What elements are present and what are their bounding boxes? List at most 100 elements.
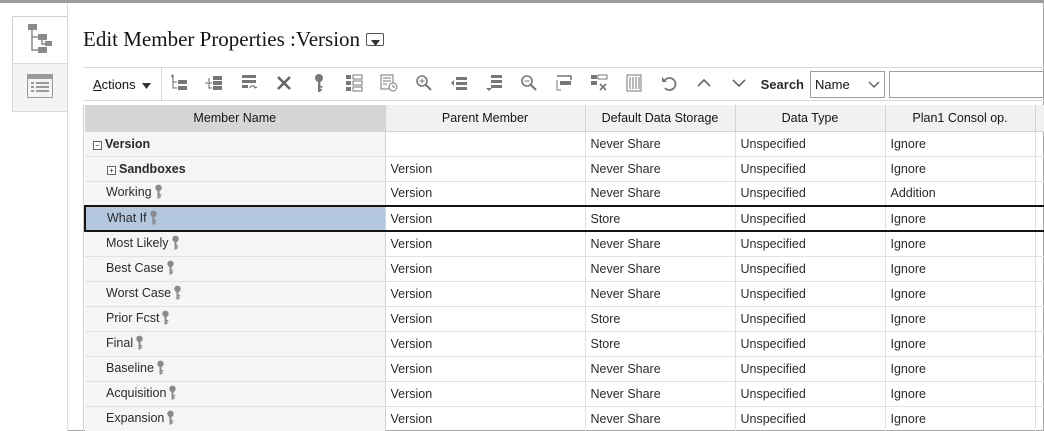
parent-member-cell[interactable]: Version xyxy=(385,406,586,431)
parent-member-cell[interactable]: Version xyxy=(385,356,586,382)
member-name-cell[interactable]: Working xyxy=(85,181,386,207)
zoom-in-button[interactable] xyxy=(407,69,442,99)
move-down-button[interactable] xyxy=(477,69,512,99)
data-storage-cell[interactable]: Never Share xyxy=(585,131,736,157)
member-name-cell[interactable]: + Sandboxes xyxy=(85,156,386,182)
consol-op-cell[interactable]: Ignore xyxy=(885,406,1036,431)
data-storage-cell[interactable]: Store xyxy=(585,205,736,232)
member-name-cell[interactable]: Baseline xyxy=(85,356,386,382)
data-storage-cell[interactable]: Never Share xyxy=(585,281,736,307)
data-storage-cell[interactable]: Never Share xyxy=(585,156,736,182)
data-storage-cell[interactable]: Never Share xyxy=(585,256,736,282)
data-type-cell[interactable]: Unspecified xyxy=(735,306,886,332)
consol-op-cell[interactable]: Ignore xyxy=(885,156,1036,182)
member-name-cell[interactable]: − Version xyxy=(85,131,386,157)
consol-op-cell[interactable]: Ignore xyxy=(885,231,1036,257)
table-row[interactable]: Acquisition Version Never Share Unspecified… xyxy=(85,381,1044,407)
consol-op-cell[interactable]: Ignore xyxy=(885,281,1036,307)
member-name-cell[interactable]: Most Likely xyxy=(85,231,386,257)
tree-view-button[interactable] xyxy=(337,69,372,99)
column-header[interactable]: Data Type xyxy=(735,105,886,132)
data-type-cell[interactable]: Unspecified xyxy=(735,331,886,357)
search-input[interactable] xyxy=(889,70,1044,98)
column-header[interactable]: Member Name xyxy=(85,105,386,132)
data-storage-cell[interactable]: Store xyxy=(585,306,736,332)
member-name-cell[interactable]: Prior Fcst xyxy=(85,306,386,332)
data-type-cell[interactable]: Unspecified xyxy=(735,356,886,382)
data-type-cell[interactable]: Unspecified xyxy=(735,231,886,257)
member-name-cell[interactable]: What If xyxy=(84,205,386,232)
consol-op-cell[interactable]: Ignore xyxy=(885,306,1036,332)
data-type-cell[interactable]: Unspecified xyxy=(735,381,886,407)
data-type-cell[interactable]: Unspecified xyxy=(735,156,886,182)
table-row[interactable]: Final Version Store Unspecified Ignore xyxy=(85,331,1044,357)
parent-member-cell[interactable]: Version xyxy=(385,205,586,232)
column-header[interactable]: Plan1 Consol op. xyxy=(885,105,1036,132)
move-down-arrow-button[interactable] xyxy=(722,69,757,99)
table-row[interactable]: + Sandboxes Version Never Share Unspecified I… xyxy=(85,156,1044,182)
consol-op-cell[interactable]: Ignore xyxy=(885,205,1036,232)
consol-op-cell[interactable]: Ignore xyxy=(885,356,1036,382)
move-up-button[interactable] xyxy=(442,69,477,99)
data-type-cell[interactable]: Unspecified xyxy=(735,181,886,207)
member-name-cell[interactable]: Acquisition xyxy=(85,381,386,407)
rail-tab-hierarchy[interactable] xyxy=(12,16,67,65)
data-storage-cell[interactable]: Never Share xyxy=(585,356,736,382)
expand-icon[interactable]: + xyxy=(107,165,116,175)
search-field-select[interactable]: Name xyxy=(810,70,885,98)
parent-member-cell[interactable] xyxy=(385,131,586,157)
add-shared-button[interactable] xyxy=(232,69,267,99)
grid-button[interactable] xyxy=(617,69,652,99)
column-header[interactable]: Parent Member xyxy=(385,105,586,132)
table-row[interactable]: Most Likely Version Never Share Unspecified… xyxy=(85,231,1044,257)
parent-member-cell[interactable]: Version xyxy=(385,306,586,332)
table-row[interactable]: Best Case Version Never Share Unspecified Ig… xyxy=(85,256,1044,282)
data-type-cell[interactable]: Unspecified xyxy=(735,256,886,282)
add-child-button[interactable] xyxy=(162,69,197,99)
table-row[interactable]: Baseline Version Never Share Unspecified Ign… xyxy=(85,356,1044,382)
parent-member-cell[interactable]: Version xyxy=(385,231,586,257)
table-row[interactable]: Working Version Never Share Unspecified Addi… xyxy=(85,181,1044,207)
consol-op-cell[interactable]: Ignore xyxy=(885,256,1036,282)
table-row[interactable]: What If Version Store Unspecified Ignore xyxy=(84,205,1044,232)
delete-button[interactable] xyxy=(267,69,302,99)
actions-menu[interactable]: Actions xyxy=(83,68,162,100)
consol-op-cell[interactable]: Ignore xyxy=(885,131,1036,157)
collapse-button[interactable] xyxy=(547,69,582,99)
add-sibling-button[interactable] xyxy=(197,69,232,99)
table-row[interactable]: Expansion Version Never Share Unspecified Ig… xyxy=(85,406,1044,431)
member-name-cell[interactable]: Final xyxy=(85,331,386,357)
column-header[interactable]: Default Data Storage xyxy=(585,105,736,132)
member-name-cell[interactable]: Expansion xyxy=(85,406,386,431)
title-dropdown-button[interactable] xyxy=(366,33,385,46)
member-name-cell[interactable]: Best Case xyxy=(85,256,386,282)
refresh-list-button[interactable] xyxy=(372,69,407,99)
consol-op-cell[interactable]: Ignore xyxy=(885,331,1036,357)
data-storage-cell[interactable]: Store xyxy=(585,331,736,357)
remove-button[interactable] xyxy=(582,69,617,99)
collapse-icon[interactable]: − xyxy=(93,140,102,150)
data-type-cell[interactable]: Unspecified xyxy=(735,406,886,431)
data-storage-cell[interactable]: Never Share xyxy=(585,381,736,407)
table-row[interactable]: Prior Fcst Version Store Unspecified Ignore xyxy=(85,306,1044,332)
consol-op-cell[interactable]: Ignore xyxy=(885,381,1036,407)
table-row[interactable]: Worst Case Version Never Share Unspecified I… xyxy=(85,281,1044,307)
data-storage-cell[interactable]: Never Share xyxy=(585,406,736,431)
parent-member-cell[interactable]: Version xyxy=(385,331,586,357)
key-button[interactable] xyxy=(302,69,337,99)
data-type-cell[interactable]: Unspecified xyxy=(735,131,886,157)
parent-member-cell[interactable]: Version xyxy=(385,381,586,407)
parent-member-cell[interactable]: Version xyxy=(385,281,586,307)
data-storage-cell[interactable]: Never Share xyxy=(585,231,736,257)
parent-member-cell[interactable]: Version xyxy=(385,156,586,182)
parent-member-cell[interactable]: Version xyxy=(385,181,586,207)
data-type-cell[interactable]: Unspecified xyxy=(735,281,886,307)
member-name-cell[interactable]: Worst Case xyxy=(85,281,386,307)
table-row[interactable]: − Version Never Share Unspecified Ignore xyxy=(85,131,1044,157)
data-type-cell[interactable]: Unspecified xyxy=(735,205,886,232)
data-storage-cell[interactable]: Never Share xyxy=(585,181,736,207)
undo-button[interactable] xyxy=(652,69,687,99)
parent-member-cell[interactable]: Version xyxy=(385,256,586,282)
consol-op-cell[interactable]: Addition xyxy=(885,181,1036,207)
rail-tab-list[interactable] xyxy=(12,63,67,112)
